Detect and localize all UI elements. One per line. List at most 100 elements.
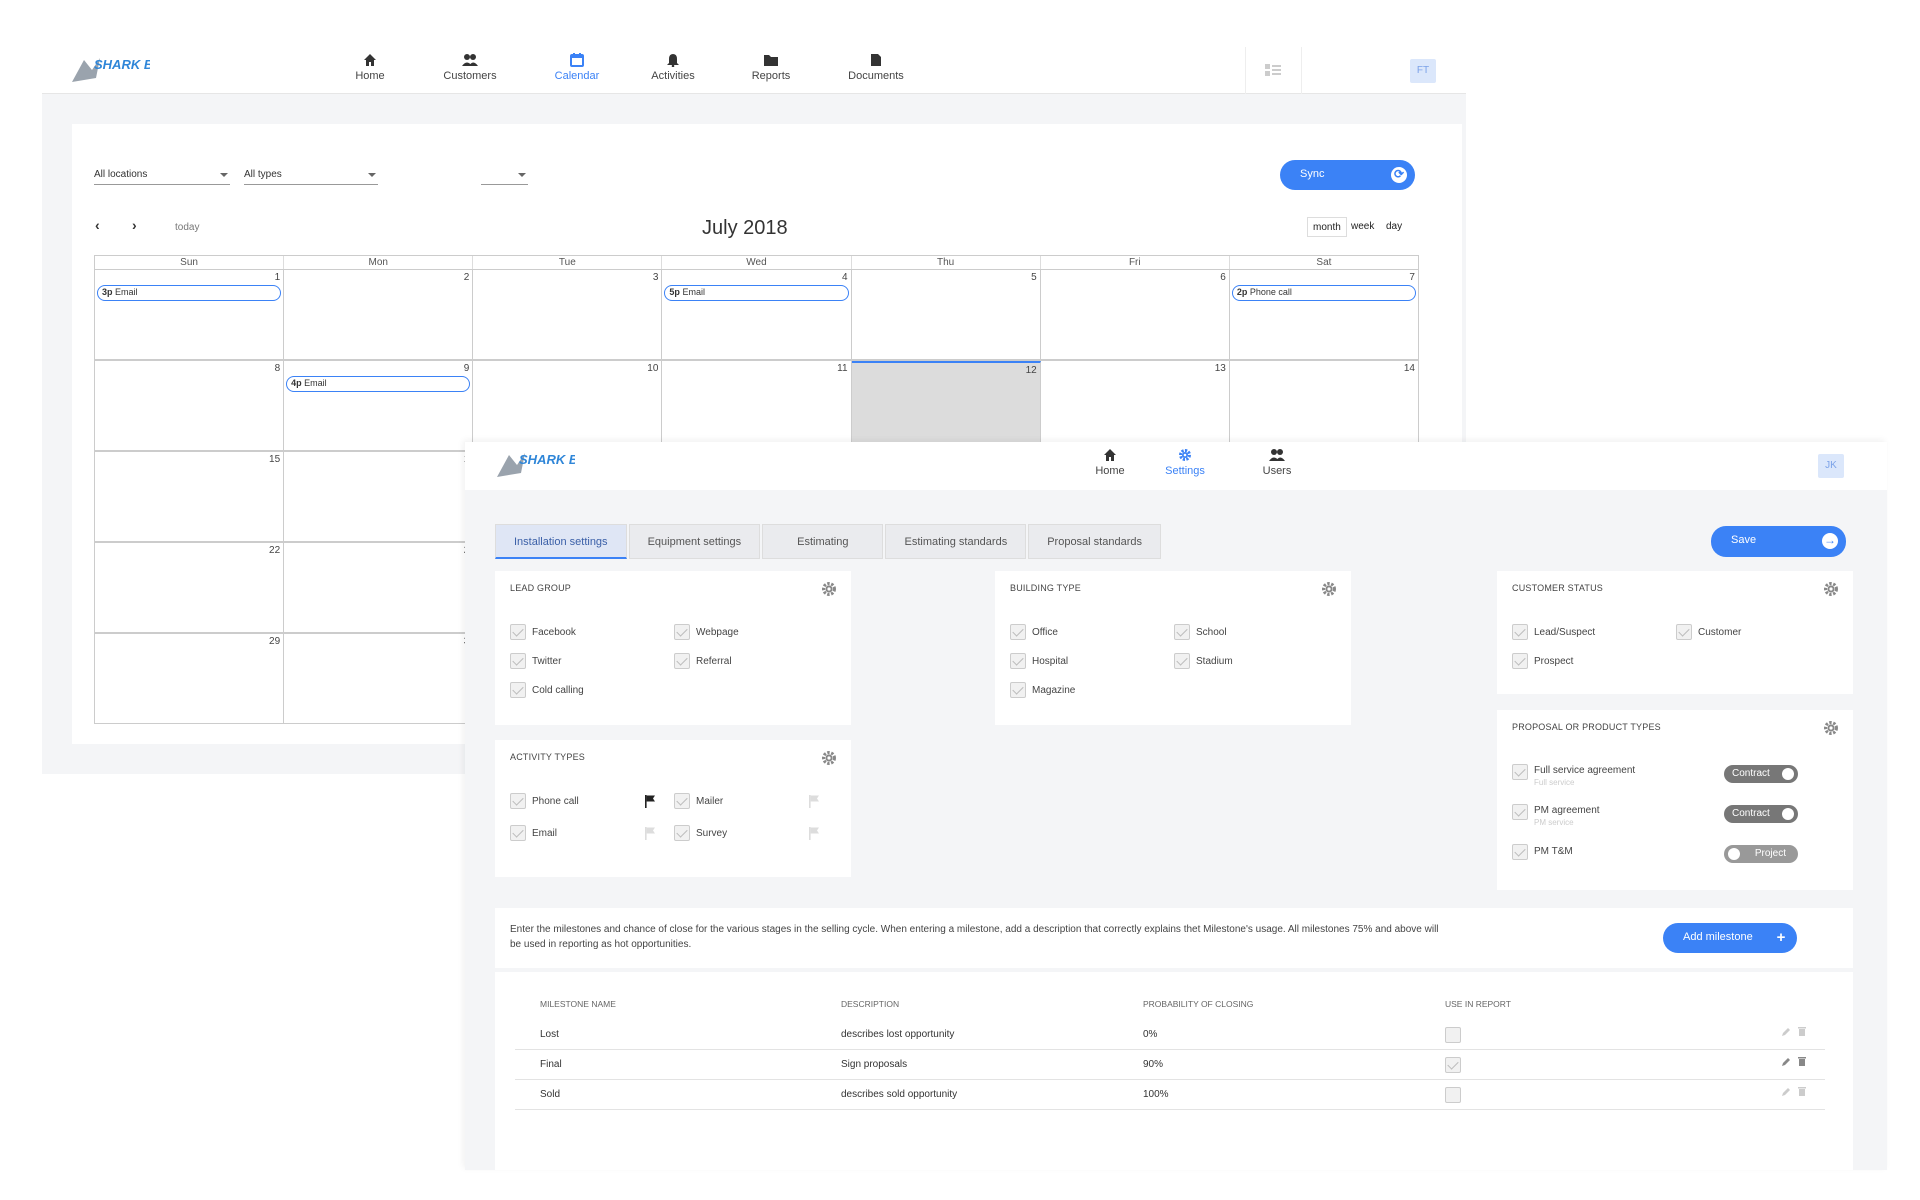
hospital-checkbox[interactable] [1010,653,1026,669]
survey-checkbox[interactable] [674,825,690,841]
calendar-day-cell[interactable]: 9 4p Email [284,361,474,450]
proposal-types-panel: PROPOSAL OR PRODUCT TYPES Full service a… [1497,710,1853,890]
calendar-event[interactable]: 4p Email [286,376,471,392]
office-checkbox[interactable] [1010,624,1026,640]
milestones-intro-panel: Enter the milestones and chance of close… [495,908,1853,968]
flag-icon[interactable] [807,794,821,808]
calendar-day-cell[interactable]: 6 [1041,270,1230,359]
project-toggle[interactable]: Project [1724,845,1798,863]
day-number: 9 [463,363,470,374]
calendar-day-cell[interactable]: 12 [851,361,1041,450]
stadium-checkbox[interactable] [1174,653,1190,669]
trash-icon[interactable] [1797,1085,1807,1097]
flag-icon[interactable] [807,826,821,840]
use-in-report-checkbox[interactable] [1445,1027,1461,1043]
sync-button[interactable]: Sync ⟳ [1280,160,1415,190]
calendar-day-cell[interactable]: 2 [284,270,474,359]
nav-calendar[interactable]: Calendar [532,53,622,82]
nav-reports[interactable]: Reports [726,53,816,82]
facebook-checkbox[interactable] [510,624,526,640]
nav-settings[interactable]: Settings [1140,448,1230,477]
pm-agreement-checkbox[interactable] [1512,804,1528,820]
nav-documents[interactable]: Documents [831,53,921,82]
calendar-day-cell[interactable]: 22 [95,543,285,632]
add-milestone-button[interactable]: Add milestone + [1663,923,1797,953]
contract-toggle[interactable]: Contract [1724,805,1798,823]
next-month-button[interactable]: › [132,217,137,233]
contract-toggle[interactable]: Contract [1724,765,1798,783]
today-button[interactable]: today [175,222,199,233]
use-in-report-checkbox[interactable] [1445,1087,1461,1103]
trash-icon[interactable] [1797,1055,1807,1067]
calendar-day-cell[interactable]: 5 [852,270,1041,359]
tab-equipment-settings[interactable]: Equipment settings [628,524,761,559]
referral-checkbox[interactable] [674,653,690,669]
location-select[interactable]: All locations [94,169,230,185]
save-button[interactable]: Save → [1711,526,1846,557]
type-select[interactable]: All types [244,169,378,185]
view-week-button[interactable]: week [1346,217,1379,237]
calendar-event[interactable]: 3p Email [97,285,282,301]
webpage-checkbox[interactable] [674,624,690,640]
mailer-checkbox[interactable] [674,793,690,809]
table-row: Sold describes sold opportunity 100% [515,1080,1825,1110]
full-service-agreement-checkbox[interactable] [1512,764,1528,780]
gear-icon[interactable] [1823,720,1839,736]
avatar[interactable]: FT [1410,59,1436,83]
customer-checkbox[interactable] [1676,624,1692,640]
trash-icon[interactable] [1797,1025,1807,1037]
edit-icon[interactable] [1781,1056,1791,1068]
tab-estimating-standards[interactable]: Estimating standards [885,524,1027,559]
calendar-day-cell[interactable]: 1 [284,452,474,541]
view-month-button[interactable]: month [1307,217,1347,237]
gear-icon[interactable] [821,581,837,597]
gear-icon[interactable] [821,750,837,766]
extra-select[interactable] [481,169,528,185]
avatar[interactable]: JK [1818,454,1844,478]
pm-tm-checkbox[interactable] [1512,844,1528,860]
cold-calling-checkbox[interactable] [510,682,526,698]
prospect-checkbox[interactable] [1512,653,1528,669]
calendar-day-cell[interactable]: 10 [473,361,663,450]
calendar-day-cell[interactable]: 3 [284,634,474,723]
calendar-day-cell[interactable]: 14 [1230,361,1418,450]
email-checkbox[interactable] [510,825,526,841]
school-checkbox[interactable] [1174,624,1190,640]
checkbox-label: Email [532,828,558,839]
calendar-day-cell[interactable]: 13 [1041,361,1230,450]
phone-call-checkbox[interactable] [510,793,526,809]
calendar-day-cell[interactable]: 4 5p Email [662,270,852,359]
nav-customers[interactable]: Customers [425,53,515,82]
nav-home[interactable]: Home [325,53,415,82]
calendar-day-cell[interactable]: 2 [284,543,474,632]
calendar-day-cell[interactable]: 15 [95,452,285,541]
edit-icon[interactable] [1781,1026,1791,1038]
tab-installation-settings[interactable]: Installation settings [495,524,627,559]
use-in-report-checkbox[interactable] [1445,1057,1461,1073]
calendar-day-cell[interactable]: 1 3p Email [95,270,285,359]
calendar-day-cell[interactable]: 7 2p Phone call [1230,270,1418,359]
table-cell-prob: 0% [1143,1029,1158,1040]
gear-icon[interactable] [1321,581,1337,597]
twitter-checkbox[interactable] [510,653,526,669]
gear-icon[interactable] [1823,581,1839,597]
calendar-day-cell[interactable]: 29 [95,634,285,723]
calendar-event[interactable]: 5p Email [664,285,849,301]
tab-proposal-standards[interactable]: Proposal standards [1028,524,1161,559]
flag-icon[interactable] [643,826,657,840]
view-day-button[interactable]: day [1381,217,1407,237]
prev-month-button[interactable]: ‹ [95,217,100,233]
calendar-day-cell[interactable]: 8 [95,361,285,450]
nav-activities[interactable]: Activities [628,53,718,82]
magazine-checkbox[interactable] [1010,682,1026,698]
lead-suspect-checkbox[interactable] [1512,624,1528,640]
calendar-day-cell[interactable]: 11 [662,361,852,450]
flag-icon[interactable] [643,794,657,808]
tab-estimating[interactable]: Estimating [762,524,884,559]
checkbox-label: Webpage [696,627,739,638]
edit-icon[interactable] [1781,1086,1791,1098]
list-view-icon[interactable] [1265,64,1281,76]
nav-users[interactable]: Users [1232,448,1322,477]
calendar-day-cell[interactable]: 3 [473,270,663,359]
calendar-event[interactable]: 2p Phone call [1231,285,1416,301]
